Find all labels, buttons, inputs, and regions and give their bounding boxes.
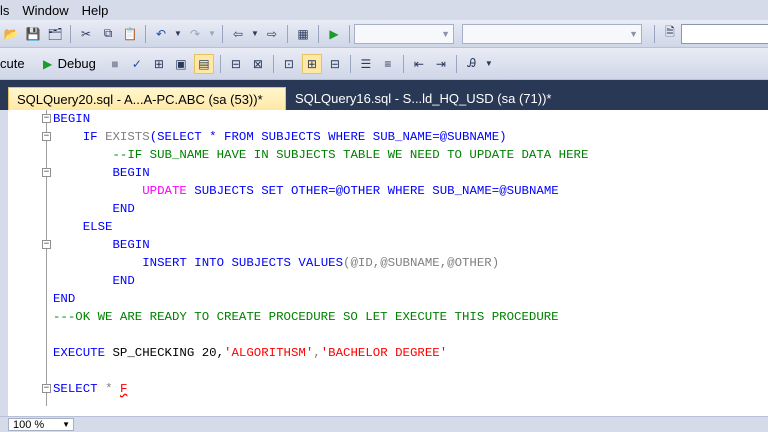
toolbar-separator <box>287 24 288 43</box>
client-stats-icon[interactable]: ⊟ <box>326 55 344 73</box>
debug-button[interactable]: ▶ Debug <box>41 55 104 73</box>
toolbar-separator <box>145 24 146 43</box>
menu-help[interactable]: Help <box>76 3 116 18</box>
toolbar-separator <box>318 24 319 43</box>
undo-icon[interactable]: ↶ <box>152 25 170 43</box>
increase-indent-icon[interactable]: ⇥ <box>432 55 450 73</box>
collapse-icon[interactable]: − <box>42 132 51 141</box>
toolbar-separator <box>402 54 404 73</box>
open-icon[interactable]: 📂 <box>2 25 20 43</box>
find-input[interactable] <box>681 23 768 44</box>
results-grid-icon[interactable]: ⊠ <box>249 55 267 73</box>
menu-tools[interactable]: ls <box>0 3 16 18</box>
toolbar-overflow-icon[interactable]: ▼ <box>485 55 493 73</box>
code-line: SELECT * F <box>53 382 128 396</box>
chevron-down-icon: ▼ <box>629 28 638 39</box>
code-line: END <box>112 274 135 288</box>
menu-window[interactable]: Window <box>16 3 75 18</box>
results-text-icon[interactable]: ⊟ <box>227 55 245 73</box>
chevron-down-icon: ▼ <box>441 28 450 39</box>
cut-icon[interactable]: ✂ <box>77 25 95 43</box>
error-squiggle: F <box>119 382 128 396</box>
zoom-combo[interactable]: 100 % ▼ <box>8 418 74 431</box>
parse-icon[interactable]: ⊞ <box>150 55 168 73</box>
save-all-icon[interactable]: 🗂 <box>46 25 64 43</box>
code-line: IF EXISTS(SELECT * FROM SUBJECTS WHERE S… <box>82 130 507 144</box>
undo-dropdown-icon[interactable]: ▼ <box>174 25 182 43</box>
execute-button[interactable]: cute <box>0 56 25 71</box>
toolbar-separator <box>70 24 71 43</box>
include-plan-icon[interactable]: ⊞ <box>301 53 322 74</box>
solution-config-combo[interactable]: ▼ <box>354 23 454 44</box>
code-line: INSERT INTO SUBJECTS VALUES(@ID,@SUBNAME… <box>142 256 500 270</box>
paste-icon[interactable]: 📋 <box>121 25 139 43</box>
navigate-back-icon[interactable]: ⇦ <box>229 25 247 43</box>
code-line: BEGIN <box>112 238 150 252</box>
collapse-icon[interactable]: − <box>42 114 51 123</box>
query-editor[interactable]: − BEGIN − IF EXISTS(SELECT * FROM SUBJEC… <box>0 110 768 416</box>
code-line: END <box>112 202 135 216</box>
redo-dropdown-icon[interactable]: ▼ <box>208 25 216 43</box>
code-line: BEGIN <box>53 112 91 126</box>
toolbar-separator <box>455 54 457 73</box>
menu-bar: ls Window Help <box>0 0 768 20</box>
properties-icon[interactable]: 🗎 <box>661 25 679 43</box>
document-tabs: SQLQuery20.sql - A...A-PC.ABC (sa (53))*… <box>0 80 768 110</box>
uncomment-icon[interactable]: ≡ <box>379 55 397 73</box>
status-bar: 100 % ▼ <box>0 416 768 432</box>
check-icon[interactable]: ✓ <box>128 55 146 73</box>
collapse-icon[interactable]: − <box>42 240 51 249</box>
stop-icon[interactable]: ■ <box>106 55 124 73</box>
collapse-icon[interactable]: − <box>42 384 51 393</box>
navigate-dropdown-icon[interactable]: ▼ <box>251 25 259 43</box>
code-line: ---OK WE ARE READY TO CREATE PROCEDURE S… <box>53 310 559 324</box>
fold-guide <box>46 110 47 406</box>
query-options-icon[interactable]: ▤ <box>193 53 214 74</box>
toolbar-separator <box>349 54 351 73</box>
specify-values-icon[interactable]: Ꭿ <box>463 55 481 73</box>
debug-label: Debug <box>57 56 96 71</box>
zoom-value: 100 % <box>13 419 45 431</box>
toolbar-separator <box>219 54 221 73</box>
run-icon[interactable]: ▶ <box>325 25 343 43</box>
code-line: ELSE <box>82 220 113 234</box>
code-line: UPDATE SUBJECTS SET OTHER=@OTHER WHERE S… <box>142 184 559 198</box>
comment-icon[interactable]: ☰ <box>357 55 375 73</box>
display-plan-icon[interactable]: ▣ <box>172 55 190 73</box>
navigate-forward-icon[interactable]: ⇨ <box>263 25 281 43</box>
sql-editor-toolbar: cute ▶ Debug ■ ✓ ⊞ ▣ ▤ ⊟ ⊠ ⊡ ⊞ ⊟ ☰ ≡ ⇤ ⇥… <box>0 48 768 80</box>
activity-monitor-icon[interactable]: ▦ <box>294 25 312 43</box>
code-line: BEGIN <box>112 166 150 180</box>
redo-icon[interactable]: ↷ <box>186 25 204 43</box>
play-icon: ▶ <box>42 56 53 71</box>
collapse-icon[interactable]: − <box>42 168 51 177</box>
code-line: END <box>53 292 76 306</box>
toolbar-separator <box>654 24 655 43</box>
tab-sqlquery16[interactable]: SQLQuery16.sql - S...ld_HQ_USD (sa (71))… <box>287 87 559 110</box>
code-line: --IF SUB_NAME HAVE IN SUBJECTS TABLE WE … <box>112 148 589 162</box>
toolbar-separator <box>272 54 274 73</box>
code-line: EXECUTE SP_CHECKING 20,'ALGORITHSM','BAC… <box>53 346 448 360</box>
platform-combo[interactable]: ▼ <box>462 23 642 44</box>
toolbar-separator <box>222 24 223 43</box>
toolbar-separator <box>349 24 350 43</box>
copy-icon[interactable]: ⧉ <box>99 25 117 43</box>
results-file-icon[interactable]: ⊡ <box>280 55 298 73</box>
save-icon[interactable]: 💾 <box>24 25 42 43</box>
decrease-indent-icon[interactable]: ⇤ <box>410 55 428 73</box>
chevron-down-icon: ▼ <box>62 420 70 429</box>
standard-toolbar: 📂 💾 🗂 ✂ ⧉ 📋 ↶ ▼ ↷ ▼ ⇦ ▼ ⇨ ▦ ▶ ▼ ▼ 🗎 <box>0 20 768 48</box>
tab-sqlquery20[interactable]: SQLQuery20.sql - A...A-PC.ABC (sa (53))* <box>8 87 286 110</box>
